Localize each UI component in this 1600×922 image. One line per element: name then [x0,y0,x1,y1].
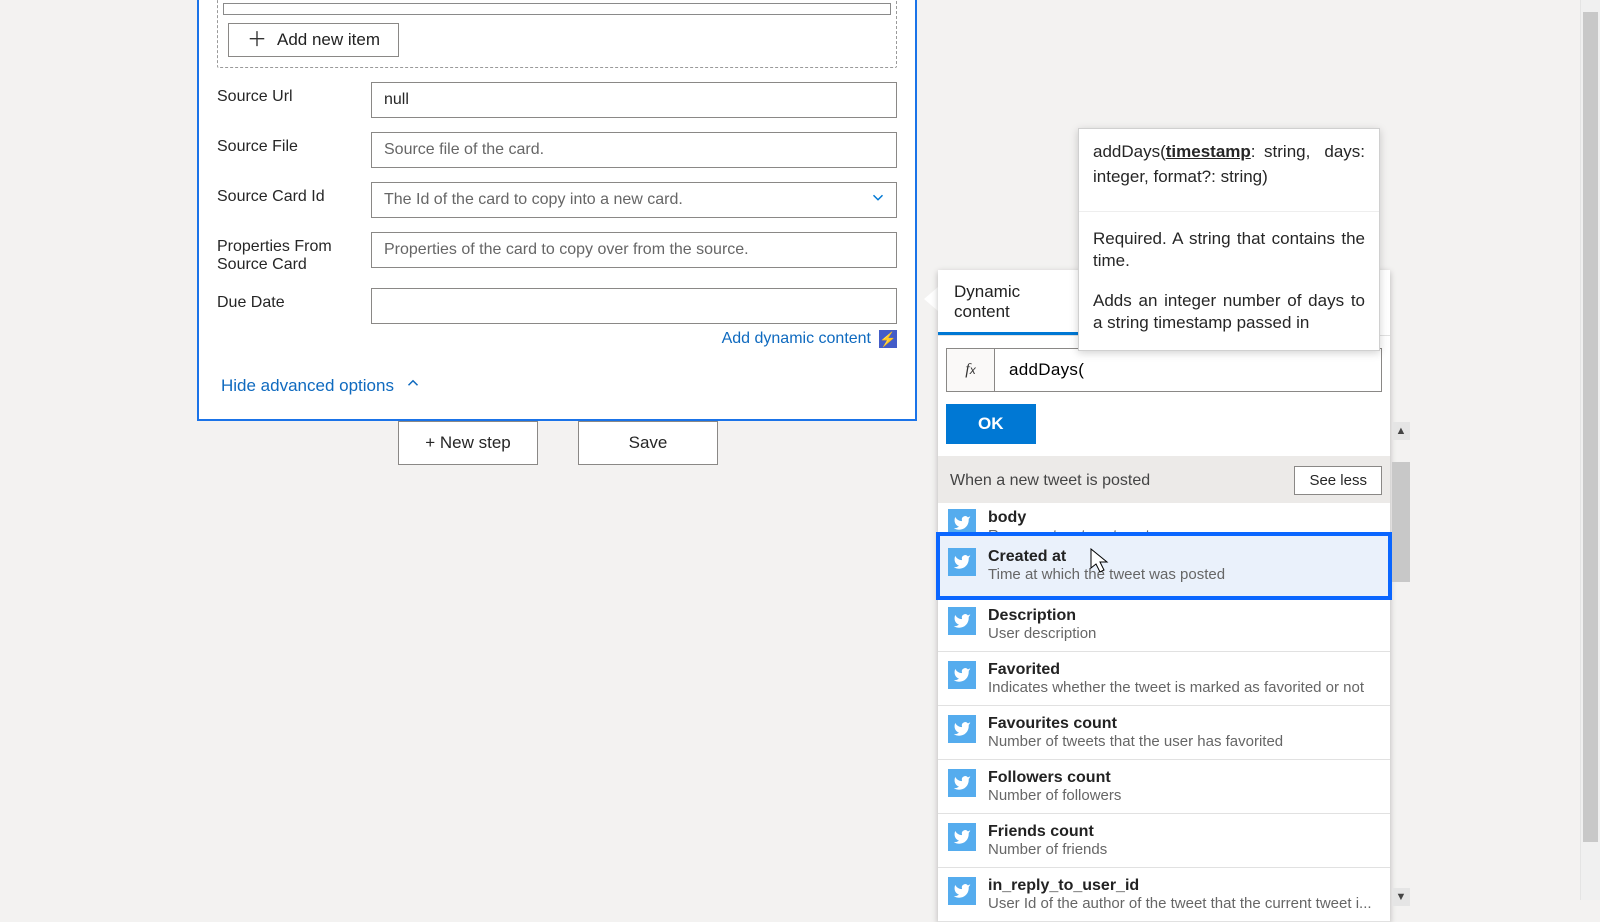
twitter-icon [948,548,976,576]
dc-section-title: When a new tweet is posted [950,472,1150,490]
dc-item-favorited[interactable]: Favorited Indicates whether the tweet is… [938,652,1390,706]
dc-item-desc: Time at which the tweet was posted [988,566,1382,583]
flyout-scroll-up-icon[interactable]: ▲ [1392,422,1410,440]
twitter-icon [948,661,976,689]
flyout-scroll-thumb[interactable] [1392,462,1410,582]
tab-dynamic-content[interactable]: Dynamic content [938,270,1078,335]
workflow-footer: + New step Save [398,421,718,465]
tooltip-required: Required. A string that contains the tim… [1093,228,1365,272]
save-button[interactable]: Save [578,421,718,465]
twitter-icon [948,877,976,905]
dc-item-title: in_reply_to_user_id [988,877,1382,895]
dc-item-desc: Number of friends [988,841,1382,858]
dc-item-favourites-count[interactable]: Favourites count Number of tweets that t… [938,706,1390,760]
source-file-input[interactable] [371,132,897,168]
source-file-label: Source File [217,132,371,156]
dc-item-created-at[interactable]: Created at Time at which the tweet was p… [938,534,1390,598]
add-new-item-button[interactable]: ＋ Add new item [228,23,399,57]
item-list-box: ＋ Add new item [217,0,897,68]
dc-item-desc: Indicates whether the tweet is marked as… [988,679,1382,696]
dynamic-content-flyout: Dynamic content fx addDays( OK When a ne… [938,270,1390,922]
fx-icon: fx [947,349,995,391]
twitter-icon [948,509,976,534]
dc-item-desc: User Id of the author of the tweet that … [988,895,1382,912]
dc-item-friends-count[interactable]: Friends count Number of friends [938,814,1390,868]
dc-item-title: Favorited [988,661,1382,679]
dc-item-title: Favourites count [988,715,1382,733]
action-card-panel: ＋ Add new item Source Url Source File So… [197,0,917,421]
dc-item-desc: Number of tweets that the user has favor… [988,733,1382,750]
tooltip-signature: addDays(timestamp: string, days: integer… [1079,129,1379,212]
expression-bar[interactable]: fx addDays( [946,348,1382,392]
plus-icon: ＋ [247,30,267,50]
dc-item-title: body [988,509,1382,527]
page-scroll-thumb[interactable] [1583,12,1598,842]
expression-text: addDays( [995,360,1084,380]
dc-item-desc: Represents a tweet post [988,527,1382,534]
dc-item-followers-count[interactable]: Followers count Number of followers [938,760,1390,814]
dc-item-title: Created at [988,548,1382,566]
flyout-arrow-icon [924,287,938,311]
source-url-input[interactable] [371,82,897,118]
dynamic-content-list: body Represents a tweet post Created at … [938,503,1390,922]
add-dynamic-content-label: Add dynamic content [722,330,871,348]
twitter-icon [948,715,976,743]
props-from-source-label: Properties From Source Card [217,232,371,274]
source-url-label: Source Url [217,82,371,106]
dc-item-body[interactable]: body Represents a tweet post [938,503,1390,534]
expression-tooltip: addDays(timestamp: string, days: integer… [1078,128,1380,351]
tooltip-description: Adds an integer number of days to a stri… [1093,290,1365,334]
page-scrollbar[interactable] [1580,0,1600,900]
source-card-id-select[interactable] [371,182,897,218]
source-card-id-label: Source Card Id [217,182,371,206]
dc-item-title: Friends count [988,823,1382,841]
hide-advanced-options-link[interactable]: Hide advanced options [221,376,394,396]
new-step-button[interactable]: + New step [398,421,538,465]
see-less-button[interactable]: See less [1294,466,1382,495]
dc-item-title: Description [988,607,1382,625]
twitter-icon [948,823,976,851]
dc-item-in-reply-to-user-id[interactable]: in_reply_to_user_id User Id of the autho… [938,868,1390,922]
dc-item-title: Followers count [988,769,1382,787]
due-date-input[interactable] [371,288,897,324]
existing-item-input[interactable] [223,3,891,15]
lightning-icon: ⚡ [879,330,897,348]
add-new-item-label: Add new item [277,30,380,50]
flyout-scroll-down-icon[interactable]: ▼ [1392,888,1410,906]
dc-item-description[interactable]: Description User description [938,598,1390,652]
add-dynamic-content-link[interactable]: Add dynamic content ⚡ [722,330,897,348]
ok-button[interactable]: OK [946,404,1036,444]
twitter-icon [948,607,976,635]
dc-item-desc: User description [988,625,1382,642]
due-date-label: Due Date [217,288,371,312]
twitter-icon [948,769,976,797]
props-from-source-input[interactable] [371,232,897,268]
dc-item-desc: Number of followers [988,787,1382,804]
chevron-up-icon [404,374,422,397]
